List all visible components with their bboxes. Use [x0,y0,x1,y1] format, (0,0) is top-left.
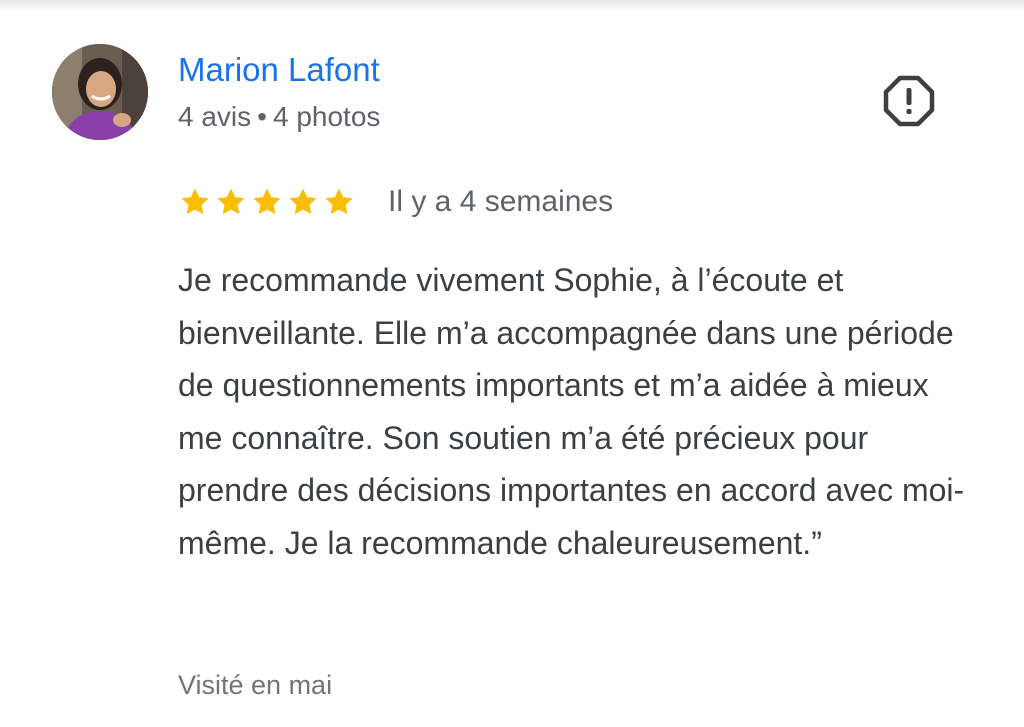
review-date: Il y a 4 semaines [388,185,614,218]
author-meta: 4 avis • 4 photos [178,100,380,134]
rating-row: Il y a 4 semaines [178,180,613,224]
author-avatar[interactable] [52,44,148,140]
report-review-button[interactable] [882,74,936,128]
star-icon [217,188,245,215]
star-icon [289,188,317,215]
author-name-link[interactable]: Marion Lafont [178,50,380,90]
review-text: Je recommande vivement Sophie, à l’écout… [178,262,965,561]
author-reviews-count: 4 avis [178,101,252,132]
visit-date: Visité en mai [178,670,333,700]
meta-separator: • [257,101,267,132]
report-flag-icon [883,75,935,127]
avatar-photo [52,44,148,140]
star-icon [325,188,353,215]
star-icon [253,188,281,215]
top-divider [0,0,1024,12]
star-icon [181,188,209,215]
star-rating [178,185,356,219]
author-photos-count: 4 photos [272,101,381,132]
